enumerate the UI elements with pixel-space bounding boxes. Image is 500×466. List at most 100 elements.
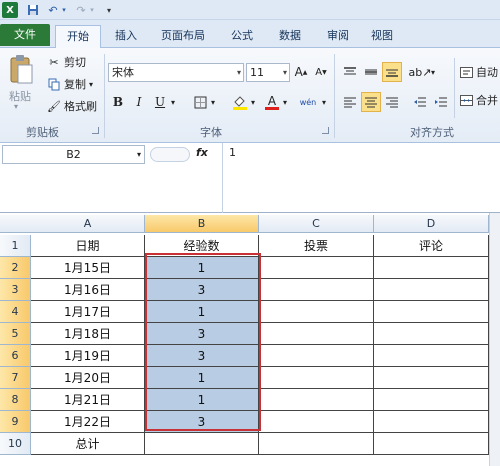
tab-home[interactable]: 开始 <box>55 25 101 49</box>
worksheet-grid[interactable]: ABCD 1 2 3 4 5 6 7 8 9 10 日期 经验数 投票 评论 1月15日 1 1月16日 3 1月… <box>0 213 500 466</box>
column-header-c[interactable]: C <box>259 215 374 233</box>
tab-review[interactable]: 审阅 <box>318 25 358 48</box>
undo-icon[interactable]: ↶ <box>46 2 60 18</box>
wrap-text-button[interactable]: 自动 <box>458 64 498 80</box>
cell-a3[interactable]: 1月16日 <box>31 279 145 301</box>
save-icon[interactable] <box>26 2 40 18</box>
name-box[interactable]: B2 ▾ <box>2 145 145 164</box>
cell-d4[interactable] <box>374 301 489 323</box>
row-header-5[interactable]: 5 <box>0 323 31 345</box>
cell-c10[interactable] <box>259 433 374 455</box>
cell-a1[interactable]: 日期 <box>31 235 145 257</box>
clipboard-launcher-icon[interactable] <box>92 127 99 134</box>
cell-d1[interactable]: 评论 <box>374 235 489 257</box>
cell-c6[interactable] <box>259 345 374 367</box>
grow-font-button[interactable]: A ▲ <box>291 62 311 82</box>
cell-b4[interactable]: 1 <box>145 301 259 323</box>
cell-d5[interactable] <box>374 323 489 345</box>
row-header-6[interactable]: 6 <box>0 345 31 367</box>
cell-b3[interactable]: 3 <box>145 279 259 301</box>
undo-dropdown-icon[interactable]: ▾ <box>60 2 68 18</box>
cell-d10[interactable] <box>374 433 489 455</box>
increase-indent-button[interactable] <box>431 92 451 112</box>
align-bottom-button[interactable] <box>382 62 402 82</box>
cell-a8[interactable]: 1月21日 <box>31 389 145 411</box>
redo-icon[interactable]: ↷ <box>74 2 88 18</box>
row-header-4[interactable]: 4 <box>0 301 31 323</box>
row-header-1[interactable]: 1 <box>0 235 31 257</box>
align-middle-button[interactable] <box>361 62 381 82</box>
cell-c8[interactable] <box>259 389 374 411</box>
row-header-9[interactable]: 9 <box>0 411 31 433</box>
font-launcher-icon[interactable] <box>322 127 329 134</box>
formula-bar-resizer[interactable] <box>150 147 190 162</box>
decrease-indent-button[interactable] <box>410 92 430 112</box>
font-size-combo[interactable]: 11 ▾ <box>246 63 290 82</box>
cut-button[interactable]: ✂ 剪切 <box>46 54 86 70</box>
row-header-2[interactable]: 2 <box>0 257 31 279</box>
paste-dropdown-icon[interactable]: ▾ <box>14 102 18 111</box>
cell-d2[interactable] <box>374 257 489 279</box>
shrink-font-button[interactable]: A ▼ <box>311 62 331 82</box>
select-all-corner[interactable] <box>0 215 32 233</box>
cell-b1[interactable]: 经验数 <box>145 235 259 257</box>
cell-c2[interactable] <box>259 257 374 279</box>
formula-input[interactable]: 1 <box>222 143 500 213</box>
borders-dropdown-icon[interactable]: ▾ <box>208 92 218 112</box>
align-center-button[interactable] <box>361 92 381 112</box>
tab-data[interactable]: 数据 <box>270 25 310 48</box>
cell-a5[interactable]: 1月18日 <box>31 323 145 345</box>
column-header-a[interactable]: A <box>31 215 145 233</box>
merge-center-button[interactable]: 合并 <box>458 92 498 108</box>
cell-d8[interactable] <box>374 389 489 411</box>
tab-view[interactable]: 视图 <box>362 25 402 48</box>
redo-dropdown-icon[interactable]: ▾ <box>88 2 96 18</box>
fill-color-dropdown-icon[interactable]: ▾ <box>248 92 258 112</box>
cell-d3[interactable] <box>374 279 489 301</box>
font-color-button[interactable]: A <box>262 92 282 112</box>
cell-b7[interactable]: 1 <box>145 367 259 389</box>
cell-c5[interactable] <box>259 323 374 345</box>
cell-b9[interactable]: 3 <box>145 411 259 433</box>
cell-c7[interactable] <box>259 367 374 389</box>
insert-function-button[interactable]: fx <box>196 146 208 159</box>
cell-a7[interactable]: 1月20日 <box>31 367 145 389</box>
row-header-7[interactable]: 7 <box>0 367 31 389</box>
fill-color-button[interactable] <box>230 92 250 112</box>
underline-button[interactable]: U <box>150 92 170 112</box>
orientation-button[interactable]: ab↗ <box>409 62 432 82</box>
cell-d6[interactable] <box>374 345 489 367</box>
copy-button[interactable]: 复制 ▾ <box>46 76 93 92</box>
align-right-button[interactable] <box>382 92 402 112</box>
cell-b2[interactable]: 1 <box>145 257 259 279</box>
cell-a10[interactable]: 总计 <box>31 433 145 455</box>
cell-a4[interactable]: 1月17日 <box>31 301 145 323</box>
phonetic-guide-button[interactable]: wén <box>296 92 320 112</box>
tab-page-layout[interactable]: 页面布局 <box>150 25 216 48</box>
tab-file[interactable]: 文件 <box>0 24 50 46</box>
font-color-dropdown-icon[interactable]: ▾ <box>280 92 290 112</box>
cell-c9[interactable] <box>259 411 374 433</box>
borders-button[interactable] <box>190 92 210 112</box>
row-header-8[interactable]: 8 <box>0 389 31 411</box>
align-left-button[interactable] <box>340 92 360 112</box>
cell-b6[interactable]: 3 <box>145 345 259 367</box>
cell-c4[interactable] <box>259 301 374 323</box>
column-header-d[interactable]: D <box>374 215 489 233</box>
cell-b10[interactable] <box>145 433 259 455</box>
font-name-combo[interactable]: 宋体 ▾ <box>108 63 244 82</box>
cell-b5[interactable]: 3 <box>145 323 259 345</box>
column-header-b[interactable]: B <box>145 215 259 233</box>
underline-dropdown-icon[interactable]: ▾ <box>168 92 178 112</box>
cell-d7[interactable] <box>374 367 489 389</box>
cell-b8[interactable]: 1 <box>145 389 259 411</box>
cell-c1[interactable]: 投票 <box>259 235 374 257</box>
row-header-3[interactable]: 3 <box>0 279 31 301</box>
cell-c3[interactable] <box>259 279 374 301</box>
paste-button[interactable]: 粘贴 <box>9 88 31 104</box>
italic-button[interactable]: I <box>129 92 149 112</box>
format-painter-button[interactable]: 🖌 格式刷 <box>46 98 97 114</box>
row-header-10[interactable]: 10 <box>0 433 31 455</box>
copy-dropdown-icon[interactable]: ▾ <box>89 80 93 89</box>
cell-a9[interactable]: 1月22日 <box>31 411 145 433</box>
